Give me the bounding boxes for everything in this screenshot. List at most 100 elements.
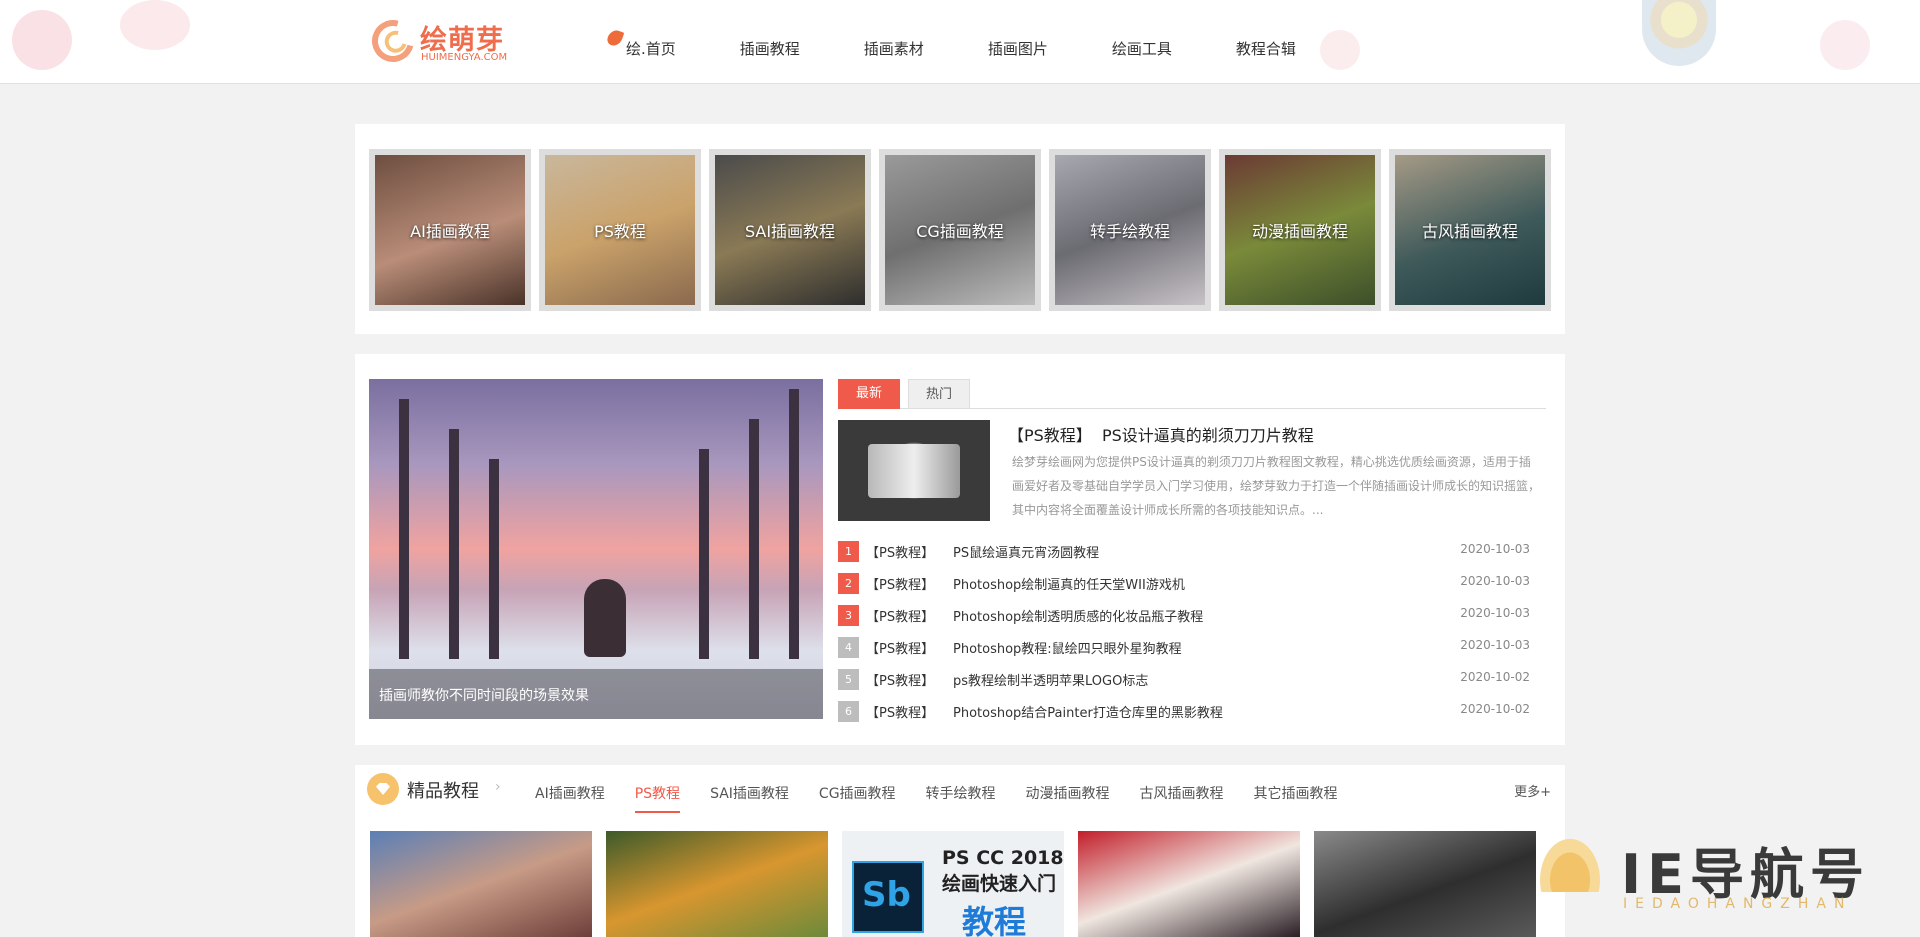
- news-list: 1 【PS教程】 PS鼠绘逼真元宵汤圆教程 2020-10-03 2 【PS教程】 Pho…: [838, 541, 1546, 733]
- nav-illustration-tutorials[interactable]: 插画教程: [740, 38, 800, 59]
- category-tile[interactable]: 动漫插画教程: [1219, 149, 1381, 311]
- list-item[interactable]: 3 【PS教程】 Photoshop绘制透明质感的化妆品瓶子教程 2020-10-03: [838, 605, 1546, 637]
- tutorial-thumbnail[interactable]: [606, 831, 828, 937]
- tab-ps[interactable]: PS教程: [634, 783, 681, 813]
- category-label: CG插画教程: [916, 222, 1004, 241]
- tutorial-thumbnail[interactable]: [370, 831, 592, 937]
- list-item[interactable]: 6 【PS教程】 Photoshop结合Painter打造仓库里的黑影教程 2020-…: [838, 701, 1546, 733]
- featured-thumbnail[interactable]: [838, 420, 990, 521]
- category-tile[interactable]: 转手绘教程: [1049, 149, 1211, 311]
- blossom-decoration: [12, 10, 72, 70]
- thumbnail-heading: PS CC 2018 绘画快速入门: [942, 845, 1064, 897]
- nav-illustration-images[interactable]: 插画图片: [988, 38, 1048, 59]
- category-label: 动漫插画教程: [1251, 222, 1348, 241]
- section-header: 精品教程 › AI插画教程 PS教程 SAI插画教程 CG插画教程 转手绘教程 …: [355, 765, 1565, 817]
- tab-ancient[interactable]: 古风插画教程: [1140, 783, 1224, 813]
- nav-label: 绘.首页: [626, 40, 676, 58]
- item-date: 2020-10-03: [1460, 574, 1530, 588]
- tutorial-thumbnail[interactable]: [1078, 831, 1300, 937]
- category-image: AI插画教程: [375, 155, 525, 305]
- slide-caption-bar: 插画师教你不同时间段的场景效果 1 2 3 4 5: [369, 669, 823, 719]
- featured-title[interactable]: 【PS教程】 PS设计逼真的剃须刀刀片教程: [1008, 422, 1314, 446]
- nav-drawing-tools[interactable]: 绘画工具: [1112, 38, 1172, 59]
- blossom-decoration: [1820, 20, 1870, 70]
- category-tile[interactable]: AI插画教程: [369, 149, 531, 311]
- item-date: 2020-10-03: [1460, 542, 1530, 556]
- category-image: SAI插画教程: [715, 155, 865, 305]
- item-title[interactable]: ps教程绘制半透明苹果LOGO标志: [953, 670, 1148, 689]
- rank-badge: 5: [838, 669, 859, 690]
- tab-other[interactable]: 其它插画教程: [1254, 783, 1338, 813]
- sketchbook-badge: Sb: [862, 875, 911, 915]
- category-image: CG插画教程: [885, 155, 1035, 305]
- list-item[interactable]: 2 【PS教程】 Photoshop绘制逼真的任天堂WII游戏机 2020-10-03: [838, 573, 1546, 605]
- site-logo[interactable]: 绘萌芽 HUIMENGYA.COM: [364, 12, 512, 70]
- tab-popular[interactable]: 热门: [908, 379, 970, 409]
- category-tile[interactable]: 古风插画教程: [1389, 149, 1551, 311]
- category-image: PS教程: [545, 155, 695, 305]
- razor-blade-image: [868, 444, 960, 498]
- watermark-subtext: IEDAOHANGZHAN: [1623, 896, 1853, 912]
- item-date: 2020-10-02: [1460, 702, 1530, 716]
- nav-home[interactable]: 绘.首页: [605, 28, 676, 59]
- tutorial-thumbnail[interactable]: Sb PS CC 2018 绘画快速入门 教程: [842, 831, 1064, 937]
- item-title[interactable]: Photoshop结合Painter打造仓库里的黑影教程: [953, 702, 1223, 721]
- more-link[interactable]: 更多+: [1514, 781, 1551, 800]
- category-image: 古风插画教程: [1395, 155, 1545, 305]
- tab-latest[interactable]: 最新: [838, 379, 900, 409]
- category-tile[interactable]: CG插画教程: [879, 149, 1041, 311]
- lotus-icon: [1535, 832, 1605, 892]
- item-title[interactable]: PS鼠绘逼真元宵汤圆教程: [953, 542, 1099, 561]
- list-item[interactable]: 4 【PS教程】 Photoshop教程:鼠绘四只眼外星狗教程 2020-10-03: [838, 637, 1546, 669]
- tree-silhouette: [789, 389, 799, 659]
- news-tabs: 最新 热门: [838, 379, 1546, 409]
- tab-sai[interactable]: SAI插画教程: [710, 783, 789, 813]
- item-tag: 【PS教程】: [866, 578, 935, 593]
- rank-badge: 2: [838, 573, 859, 594]
- item-date: 2020-10-03: [1460, 638, 1530, 652]
- list-item[interactable]: 1 【PS教程】 PS鼠绘逼真元宵汤圆教程 2020-10-03: [838, 541, 1546, 573]
- item-tag: 【PS教程】: [866, 642, 935, 657]
- category-label: PS教程: [594, 222, 646, 241]
- nav-illustration-materials[interactable]: 插画素材: [864, 38, 924, 59]
- slide-caption: 插画师教你不同时间段的场景效果: [379, 688, 589, 704]
- sketchbook-logo-icon: Sb: [852, 861, 924, 933]
- category-tile[interactable]: PS教程: [539, 149, 701, 311]
- tab-cg[interactable]: CG插画教程: [819, 783, 896, 813]
- tab-hand-drawn[interactable]: 转手绘教程: [926, 783, 996, 813]
- image-slider[interactable]: 插画师教你不同时间段的场景效果 1 2 3 4 5: [369, 379, 823, 719]
- flame-icon: [605, 28, 625, 48]
- item-title[interactable]: Photoshop绘制透明质感的化妆品瓶子教程: [953, 606, 1203, 625]
- thumbnail-big-text: 教程: [962, 903, 1027, 937]
- chevron-right-icon: ›: [495, 779, 501, 795]
- logo-swirl-icon: [364, 12, 422, 70]
- section-title: 精品教程: [407, 781, 479, 802]
- category-image: 转手绘教程: [1055, 155, 1205, 305]
- teacup-decoration: [1642, 0, 1716, 66]
- tree-silhouette: [489, 459, 499, 659]
- tree-silhouette: [399, 399, 409, 659]
- list-item[interactable]: 5 【PS教程】 ps教程绘制半透明苹果LOGO标志 2020-10-02: [838, 669, 1546, 701]
- category-image: 动漫插画教程: [1225, 155, 1375, 305]
- item-date: 2020-10-03: [1460, 606, 1530, 620]
- logo-domain: HUIMENGYA.COM: [421, 52, 508, 63]
- category-label: SAI插画教程: [744, 222, 836, 241]
- section-tabs: AI插画教程 PS教程 SAI插画教程 CG插画教程 转手绘教程 动漫插画教程 …: [535, 783, 1368, 813]
- tutorial-thumbnail[interactable]: [1314, 831, 1536, 937]
- item-tag: 【PS教程】: [866, 546, 935, 561]
- category-panel: AI插画教程 PS教程 SAI插画教程 CG插画教程 转手绘教程 动漫插画教程 …: [355, 124, 1565, 334]
- category-tile[interactable]: SAI插画教程: [709, 149, 871, 311]
- diamond-icon: [367, 773, 399, 805]
- item-title[interactable]: Photoshop教程:鼠绘四只眼外星狗教程: [953, 638, 1182, 657]
- featured-title-text: PS设计逼真的剃须刀刀片教程: [1101, 426, 1314, 445]
- item-title[interactable]: Photoshop绘制逼真的任天堂WII游戏机: [953, 574, 1185, 593]
- tab-ai[interactable]: AI插画教程: [535, 783, 605, 813]
- blossom-decoration: [120, 0, 190, 50]
- news-panel: 插画师教你不同时间段的场景效果 1 2 3 4 5 最新 热门 【PS教程】 P…: [355, 354, 1565, 745]
- featured-description: 绘梦芽绘画网为您提供PS设计逼真的剃须刀刀片教程图文教程，精心挑选优质绘画资源，…: [1012, 455, 1541, 517]
- couple-figure: [584, 579, 626, 657]
- tab-anime[interactable]: 动漫插画教程: [1026, 783, 1110, 813]
- nav-tutorial-collections[interactable]: 教程合辑: [1236, 38, 1296, 59]
- tree-silhouette: [699, 449, 709, 659]
- main-nav: 绘.首页 插画教程 插画素材 插画图片 绘画工具 教程合辑: [605, 28, 1360, 59]
